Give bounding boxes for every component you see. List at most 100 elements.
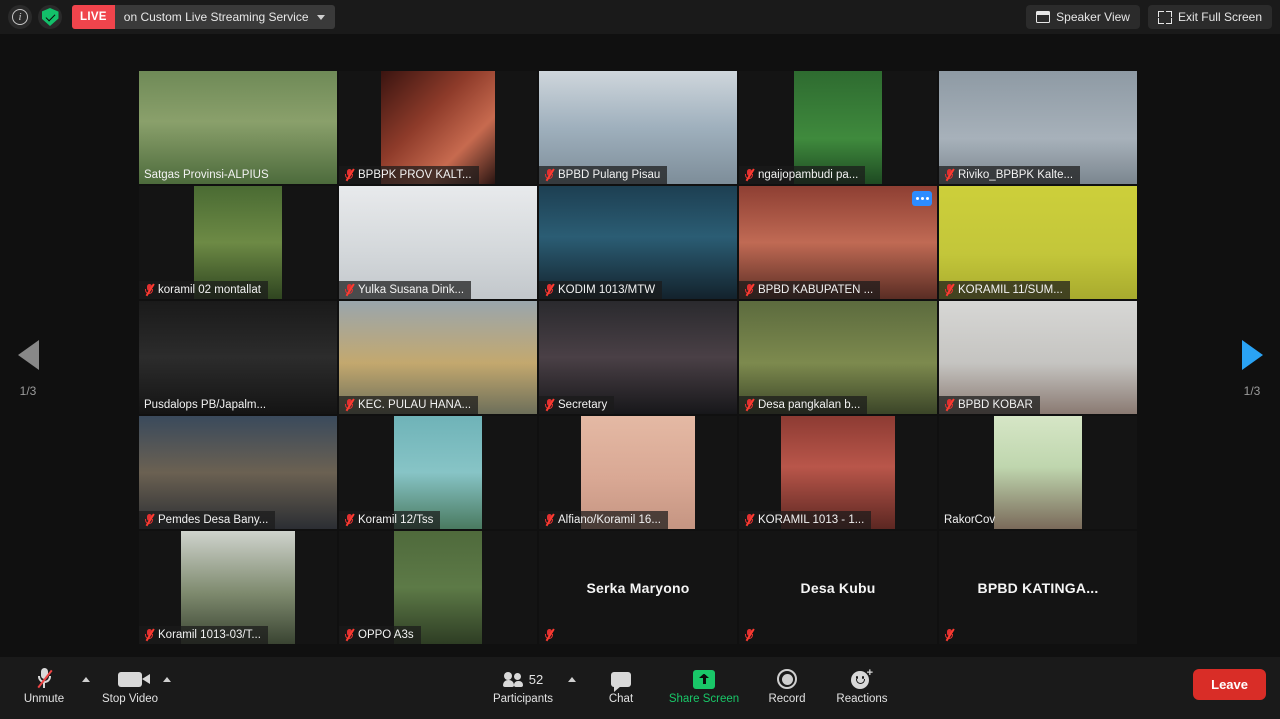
microphone-muted-icon bbox=[744, 513, 755, 527]
participants-icon-group: 52 bbox=[502, 666, 544, 692]
reactions-button[interactable]: + Reactions bbox=[824, 666, 900, 706]
top-bar: i LIVE on Custom Live Streaming Service … bbox=[0, 0, 1280, 34]
participant-tile[interactable]: ngaijopambudi pa... bbox=[739, 71, 937, 184]
participant-tile[interactable]: BPBD Pulang Pisau bbox=[539, 71, 737, 184]
participant-tile[interactable]: Alfiano/Koramil 16... bbox=[539, 416, 737, 529]
exit-full-screen-label: Exit Full Screen bbox=[1177, 10, 1262, 24]
participant-name-label: Satgas Provinsi-ALPIUS bbox=[144, 169, 269, 181]
participant-tile[interactable]: BPBPK PROV KALT... bbox=[339, 71, 537, 184]
participant-tile[interactable]: KODIM 1013/MTW bbox=[539, 186, 737, 299]
participant-tile[interactable]: Serka Maryono bbox=[539, 531, 737, 644]
microphone-muted-icon bbox=[344, 628, 355, 642]
participant-name-bar: Pemdes Desa Bany... bbox=[139, 511, 276, 529]
page-indicator-left: 1/3 bbox=[19, 384, 37, 398]
mute-button[interactable]: Unmute bbox=[6, 666, 82, 705]
record-button-label: Record bbox=[768, 693, 806, 705]
participant-name-label: KORAMIL 11/SUM... bbox=[958, 283, 1063, 296]
participant-tile[interactable]: Koramil 1013-03/T... bbox=[139, 531, 337, 644]
stop-video-button[interactable]: Stop Video bbox=[92, 666, 168, 705]
participant-name-label: ngaijopambudi pa... bbox=[758, 168, 859, 181]
participant-name-bar: BPBPK PROV KALT... bbox=[339, 166, 479, 184]
encryption-shield-icon bbox=[41, 8, 59, 26]
previous-page-button[interactable]: 1/3 bbox=[0, 340, 56, 398]
microphone-muted-icon bbox=[544, 168, 555, 182]
participant-name-label: Koramil 1013-03/T... bbox=[158, 628, 261, 641]
microphone-muted-icon bbox=[744, 168, 755, 182]
participant-name-label: OPPO A3s bbox=[358, 628, 414, 641]
participants-count: 52 bbox=[528, 671, 544, 687]
participant-name-label: Desa pangkalan b... bbox=[758, 398, 861, 411]
speaker-view-button[interactable]: Speaker View bbox=[1026, 5, 1140, 29]
participant-tile[interactable]: Satgas Provinsi-ALPIUS bbox=[139, 71, 337, 184]
video-options-chevron-up-icon[interactable] bbox=[163, 677, 171, 682]
participant-tile[interactable]: Desa pangkalan b... bbox=[739, 301, 937, 414]
microphone-muted-icon bbox=[544, 398, 555, 412]
share-screen-button[interactable]: Share Screen bbox=[666, 666, 742, 705]
participants-icon bbox=[502, 671, 524, 687]
participant-tile[interactable]: Pemdes Desa Bany... bbox=[139, 416, 337, 529]
participant-tile[interactable]: KORAMIL 11/SUM... bbox=[939, 186, 1137, 299]
share-screen-button-label: Share Screen bbox=[668, 693, 740, 705]
participant-name-centered: BPBD KATINGA... bbox=[977, 579, 1099, 596]
participant-tile[interactable]: Yulka Susana Dink... bbox=[339, 186, 537, 299]
microphone-muted-icon bbox=[344, 283, 355, 297]
participant-name-bar: Secretary bbox=[539, 396, 615, 414]
participant-name-label: KEC. PULAU HANA... bbox=[358, 398, 472, 411]
chevron-down-icon[interactable] bbox=[316, 14, 325, 20]
participant-video bbox=[994, 416, 1082, 529]
participant-name-bar: Koramil 12/Tss bbox=[339, 511, 441, 529]
participant-name-label: RakorCov bbox=[944, 514, 996, 526]
participant-tile[interactable]: Secretary bbox=[539, 301, 737, 414]
participant-tile[interactable]: KEC. PULAU HANA... bbox=[339, 301, 537, 414]
microphone-muted-icon bbox=[344, 398, 355, 412]
participant-name-bar bbox=[939, 626, 961, 644]
participant-tile[interactable]: koramil 02 montallat bbox=[139, 186, 337, 299]
encryption-button[interactable] bbox=[38, 5, 62, 29]
chat-button[interactable]: Chat bbox=[583, 666, 659, 705]
share-screen-icon bbox=[693, 666, 715, 692]
participant-tile[interactable]: Riviko_BPBPK Kalte... bbox=[939, 71, 1137, 184]
participant-name-bar: RakorCov bbox=[939, 512, 1002, 529]
participant-name-bar: KORAMIL 11/SUM... bbox=[939, 281, 1070, 299]
participant-tile[interactable]: OPPO A3s bbox=[339, 531, 537, 644]
tile-more-options-icon[interactable] bbox=[912, 191, 932, 206]
live-stream-label: on Custom Live Streaming Service bbox=[123, 10, 309, 24]
participant-name-bar: KORAMIL 1013 - 1... bbox=[739, 511, 872, 529]
audio-options-chevron-up-icon[interactable] bbox=[82, 677, 90, 682]
participant-tile[interactable]: RakorCov bbox=[939, 416, 1137, 529]
microphone-muted-icon bbox=[944, 283, 955, 297]
reactions-icon: + bbox=[851, 666, 873, 692]
participants-options-chevron-up-icon[interactable] bbox=[568, 677, 576, 682]
participant-tile[interactable]: BPBD KABUPATEN ... bbox=[739, 186, 937, 299]
participant-tile[interactable]: BPBD KOBAR bbox=[939, 301, 1137, 414]
participant-name-bar: Yulka Susana Dink... bbox=[339, 281, 472, 299]
participant-name-label: Koramil 12/Tss bbox=[358, 513, 434, 526]
microphone-muted-icon bbox=[744, 628, 755, 642]
microphone-muted-icon bbox=[144, 283, 155, 297]
microphone-muted-icon bbox=[344, 513, 355, 527]
participant-tile[interactable]: Koramil 12/Tss bbox=[339, 416, 537, 529]
speaker-view-label: Speaker View bbox=[1056, 10, 1130, 24]
leave-button[interactable]: Leave bbox=[1193, 669, 1266, 700]
microphone-muted-icon bbox=[944, 168, 955, 182]
participant-tile[interactable]: BPBD KATINGA... bbox=[939, 531, 1137, 644]
microphone-muted-icon bbox=[144, 628, 155, 642]
microphone-muted-icon bbox=[944, 628, 955, 642]
microphone-muted-icon bbox=[344, 168, 355, 182]
participant-name-label: Yulka Susana Dink... bbox=[358, 283, 465, 296]
participant-name-label: Secretary bbox=[558, 398, 608, 411]
next-page-button[interactable]: 1/3 bbox=[1224, 340, 1280, 398]
participants-button[interactable]: 52 Participants bbox=[485, 666, 561, 705]
participant-tile[interactable]: KORAMIL 1013 - 1... bbox=[739, 416, 937, 529]
page-indicator-right: 1/3 bbox=[1243, 384, 1261, 398]
live-stream-status[interactable]: LIVE on Custom Live Streaming Service bbox=[72, 5, 335, 29]
record-button[interactable]: Record bbox=[749, 666, 825, 705]
microphone-muted-icon bbox=[744, 398, 755, 412]
participant-tile[interactable]: Pusdalops PB/Japalm... bbox=[139, 301, 337, 414]
camera-icon bbox=[118, 666, 150, 692]
meeting-info-button[interactable]: i bbox=[8, 5, 32, 29]
live-badge: LIVE bbox=[72, 5, 115, 29]
exit-full-screen-button[interactable]: Exit Full Screen bbox=[1147, 5, 1272, 29]
mute-button-label: Unmute bbox=[23, 693, 65, 705]
participant-tile[interactable]: Desa Kubu bbox=[739, 531, 937, 644]
